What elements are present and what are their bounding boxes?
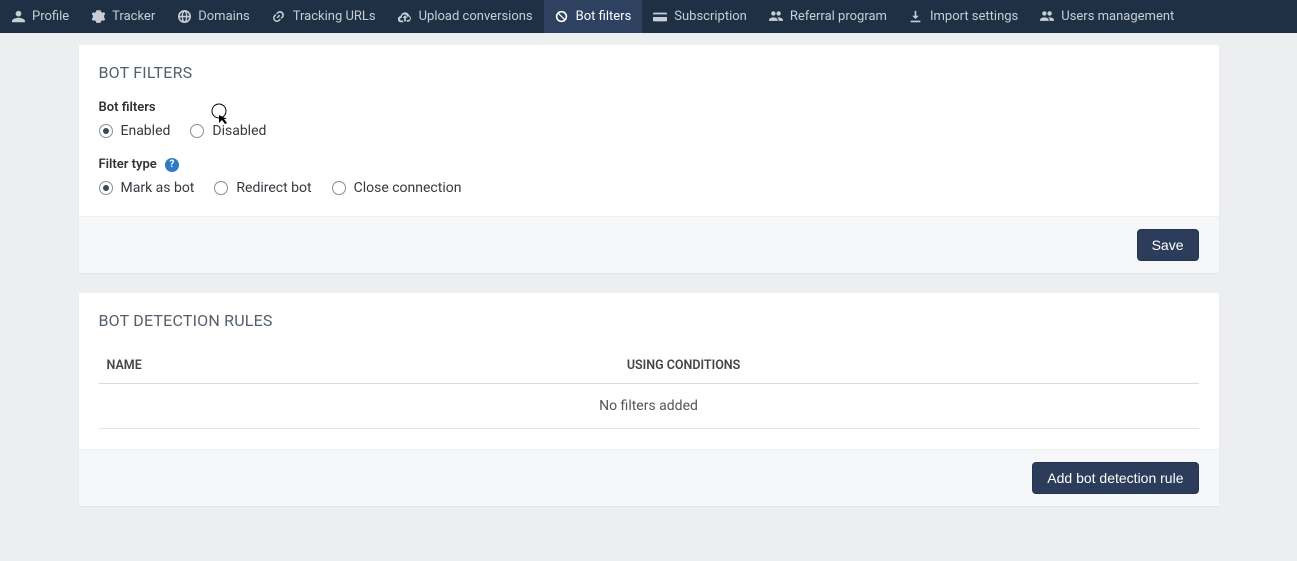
filter-type-radiogroup: Mark as bot Redirect bot Close connectio… [99, 180, 1199, 196]
panel-title: BOT FILTERS [99, 63, 1199, 82]
ban-icon [555, 10, 569, 24]
radio-disabled[interactable]: Disabled [190, 123, 266, 139]
radio-dot-icon [99, 124, 113, 138]
nav-label: Tracker [112, 9, 155, 24]
nav-profile[interactable]: Profile [0, 0, 80, 33]
users-icon [769, 10, 783, 24]
radio-label: Mark as bot [121, 180, 195, 196]
nav-users-management[interactable]: Users management [1029, 0, 1185, 33]
nav-label: Upload conversions [419, 9, 533, 24]
col-using-conditions: USING CONDITIONS [627, 358, 1191, 373]
radio-mark-as-bot[interactable]: Mark as bot [99, 180, 195, 196]
nav-label: Profile [32, 9, 69, 24]
radio-label: Close connection [354, 180, 462, 196]
radio-dot-icon [99, 181, 113, 195]
col-name: NAME [107, 358, 627, 373]
nav-label: Users management [1061, 9, 1174, 24]
bot-filters-radiogroup: Enabled Disabled [99, 123, 1199, 139]
radio-redirect-bot[interactable]: Redirect bot [214, 180, 311, 196]
filters-panel-footer: Save [79, 216, 1219, 273]
filter-type-label: Filter type ? [99, 157, 1199, 172]
nav-label: Tracking URLs [293, 9, 376, 24]
save-button[interactable]: Save [1137, 229, 1199, 261]
radio-enabled[interactable]: Enabled [99, 123, 171, 139]
nav-label: Subscription [674, 9, 747, 24]
nav-label: Referral program [790, 9, 887, 24]
nav-bot-filters[interactable]: Bot filters [544, 0, 643, 33]
nav-upload-conversions[interactable]: Upload conversions [387, 0, 544, 33]
top-nav: Profile Tracker Domains Tracking URLs Up… [0, 0, 1297, 33]
bot-filters-panel: BOT FILTERS Bot filters Enabled Disabled… [79, 45, 1219, 273]
radio-close-connection[interactable]: Close connection [332, 180, 462, 196]
add-bot-detection-rule-button[interactable]: Add bot detection rule [1032, 462, 1198, 494]
rules-table: NAME USING CONDITIONS No filters added [99, 348, 1199, 429]
rules-panel-footer: Add bot detection rule [79, 449, 1219, 506]
download-icon [909, 10, 923, 24]
nav-referral[interactable]: Referral program [758, 0, 898, 33]
table-empty-row: No filters added [99, 384, 1199, 429]
link-icon [272, 10, 286, 24]
radio-label: Redirect bot [236, 180, 311, 196]
radio-dot-icon [190, 124, 204, 138]
nav-label: Domains [198, 9, 249, 24]
cloud-upload-icon [398, 10, 412, 24]
users-icon [1040, 10, 1054, 24]
table-header: NAME USING CONDITIONS [99, 348, 1199, 384]
nav-domains[interactable]: Domains [166, 0, 260, 33]
nav-subscription[interactable]: Subscription [642, 0, 758, 33]
radio-label: Disabled [212, 123, 266, 139]
help-icon[interactable]: ? [165, 158, 179, 172]
nav-tracking-urls[interactable]: Tracking URLs [261, 0, 387, 33]
radio-dot-icon [214, 181, 228, 195]
nav-label: Import settings [930, 9, 1018, 24]
nav-import-settings[interactable]: Import settings [898, 0, 1029, 33]
radio-label: Enabled [121, 123, 171, 139]
user-icon [11, 10, 25, 24]
credit-card-icon [653, 10, 667, 24]
bot-filters-label: Bot filters [99, 100, 1199, 115]
radio-dot-icon [332, 181, 346, 195]
nav-tracker[interactable]: Tracker [80, 0, 166, 33]
globe-icon [177, 10, 191, 24]
filter-type-text: Filter type [99, 157, 157, 172]
nav-label: Bot filters [576, 9, 632, 24]
gear-icon [91, 10, 105, 24]
panel-title: BOT DETECTION RULES [99, 311, 1199, 330]
bot-detection-rules-panel: BOT DETECTION RULES NAME USING CONDITION… [79, 293, 1219, 506]
